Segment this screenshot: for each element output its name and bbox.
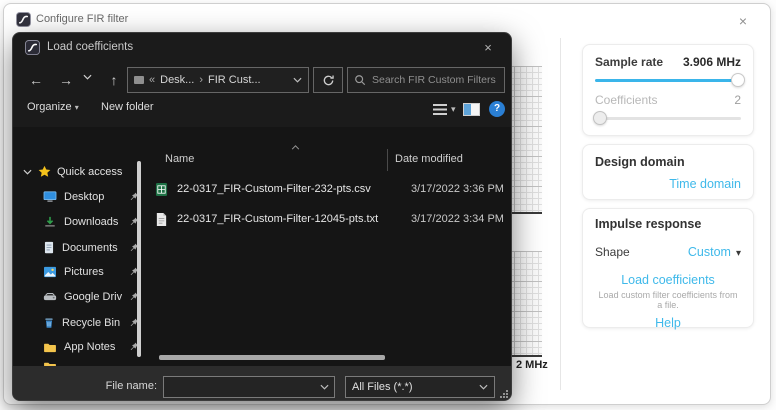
sidebar-item-google-drive[interactable]: Google Driv (43, 291, 139, 303)
file-row-txt[interactable]: 22-0317_FIR-Custom-Filter-12045-pts.txt … (153, 207, 505, 231)
coefficients-slider-track (595, 117, 741, 120)
dialog-close-icon[interactable]: × (479, 39, 497, 57)
sidebar-item-app-notes[interactable]: App Notes (43, 341, 139, 353)
load-coefficients-dialog: Load coefficients × ← → ↑ « Desk... › FI… (12, 32, 512, 401)
organize-menu[interactable]: Organize ▾ (27, 101, 79, 113)
recycle-bin-icon (45, 318, 53, 328)
breadcrumb-collapse[interactable]: « (149, 74, 155, 86)
impulse-response-title: Impulse response (595, 217, 702, 231)
search-input[interactable] (372, 74, 498, 86)
recent-locations-chevron-icon[interactable] (83, 69, 105, 91)
documents-icon (44, 241, 54, 254)
search-icon (355, 75, 366, 86)
plot-axis-tick-label: 2 MHz (516, 359, 548, 371)
organize-caret-icon: ▾ (74, 103, 79, 112)
file-list: Name Date modified 22-0317_FIR-Custom-Fi… (145, 127, 511, 366)
pictures-icon (44, 266, 56, 278)
column-divider[interactable] (387, 149, 388, 171)
load-coefficients-link[interactable]: Load coefficients (595, 273, 741, 287)
refresh-icon (323, 74, 334, 85)
search-box[interactable] (347, 67, 505, 93)
view-options-caret-icon[interactable]: ▾ (451, 104, 456, 115)
design-domain-card: Design domain Time domain (582, 144, 754, 200)
coefficients-slider[interactable] (593, 111, 741, 125)
file-name-dropdown-chevron-icon (320, 384, 329, 390)
up-button[interactable]: ↑ (103, 69, 125, 91)
sidebar-item-downloads[interactable]: Downloads (43, 216, 139, 228)
file-row-csv[interactable]: 22-0317_FIR-Custom-Filter-232-pts.csv 3/… (153, 177, 505, 201)
sidebar-item-quick-access[interactable]: Quick access (23, 165, 122, 178)
breadcrumb-fir-custom[interactable]: FIR Cust... (208, 74, 261, 86)
folder-icon (44, 343, 56, 352)
panel-divider (560, 38, 561, 390)
file-type-dropdown[interactable]: All Files (*.*) (345, 376, 495, 398)
file-type-dropdown-chevron-icon (479, 384, 488, 390)
txt-file-icon (155, 212, 169, 227)
refresh-button[interactable] (313, 67, 343, 93)
sample-rate-slider-thumb[interactable] (731, 73, 745, 87)
desktop-icon (43, 191, 57, 202)
app-icon (16, 12, 31, 27)
load-coefficients-caption: Load custom filter coefficients from a f… (598, 290, 738, 310)
forward-button[interactable]: → (55, 69, 77, 91)
coefficients-value: 2 (734, 93, 741, 107)
sort-ascending-icon (291, 145, 300, 150)
design-domain-title: Design domain (595, 155, 685, 169)
dialog-title: Load coefficients (47, 41, 134, 53)
csv-file-icon (155, 182, 169, 197)
preview-pane-icon[interactable] (463, 103, 480, 116)
google-drive-icon (43, 292, 57, 300)
navigation-pane: Quick access Desktop Downloads Documents (13, 127, 145, 366)
folder-icon (134, 76, 144, 84)
window-close-icon[interactable]: × (734, 12, 752, 30)
breadcrumb-desktop[interactable]: Desk... (160, 74, 194, 86)
sample-rate-slider-track (595, 79, 741, 82)
resize-grip[interactable] (500, 390, 508, 398)
sidebar-scrollbar[interactable] (137, 161, 141, 357)
configure-fir-filter-window: Configure FIR filter × 2 MHz Sample rate… (3, 3, 771, 405)
window-title: Configure FIR filter (36, 13, 129, 25)
shape-caret-icon: ▾ (735, 248, 741, 259)
new-folder-button[interactable]: New folder (101, 101, 154, 113)
sidebar-item-recycle-bin[interactable]: Recycle Bin (43, 316, 139, 329)
back-button[interactable]: ← (25, 69, 47, 91)
sidebar-item-pictures[interactable]: Pictures (43, 266, 139, 278)
time-domain-link[interactable]: Time domain (595, 177, 741, 191)
shape-dropdown[interactable]: Custom ▾ (688, 243, 741, 261)
horizontal-scrollbar[interactable] (159, 355, 385, 360)
breadcrumb-separator-icon: › (199, 74, 204, 86)
sample-rate-slider[interactable] (595, 73, 745, 87)
shape-label: Shape (595, 245, 630, 259)
file-name-label: File name: (105, 380, 157, 392)
sample-rate-label: Sample rate (595, 55, 664, 69)
sidebar-item-documents[interactable]: Documents (43, 241, 139, 254)
dialog-app-icon (25, 40, 40, 55)
coefficients-label: Coefficients (595, 93, 658, 107)
file-name-input[interactable] (169, 381, 320, 393)
star-icon (38, 165, 51, 177)
address-bar[interactable]: « Desk... › FIR Cust... (127, 67, 309, 93)
address-dropdown-chevron-icon[interactable] (293, 77, 302, 83)
file-name-combobox[interactable] (163, 376, 335, 398)
sidebar-item-desktop[interactable]: Desktop (43, 191, 139, 203)
details-view-icon[interactable] (433, 104, 447, 116)
impulse-response-card: Impulse response Shape Custom ▾ Load coef… (582, 208, 754, 330)
dialog-content: Quick access Desktop Downloads Documents (13, 127, 511, 366)
sample-rate-card: Sample rate 3.906 MHz Coefficients 2 (582, 44, 754, 136)
column-header-date-modified[interactable]: Date modified (395, 153, 463, 165)
expand-chevron-icon (23, 169, 32, 175)
help-icon[interactable]: ? (489, 101, 505, 117)
coefficients-slider-thumb[interactable] (593, 111, 607, 125)
shape-value[interactable]: Custom (688, 245, 731, 259)
downloads-icon (45, 216, 55, 227)
column-header-name[interactable]: Name (165, 153, 194, 165)
help-link[interactable]: Help (595, 316, 741, 330)
sample-rate-value: 3.906 MHz (682, 55, 741, 69)
